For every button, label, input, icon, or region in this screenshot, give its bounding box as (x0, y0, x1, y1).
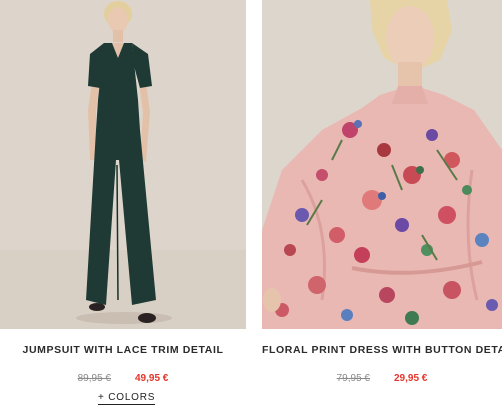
sale-price: 49,95 € (135, 373, 169, 384)
product-title[interactable]: FLORAL PRINT DRESS WITH BUTTON DETAILS (262, 344, 502, 356)
price-row: 79,95 € 29,95 € (262, 373, 502, 384)
product-title[interactable]: JUMPSUIT WITH LACE TRIM DETAIL (0, 344, 246, 356)
price-row: 89,95 € 49,95 € (0, 373, 246, 384)
product-card-jumpsuit[interactable]: JUMPSUIT WITH LACE TRIM DETAIL 89,95 € 49… (0, 0, 246, 405)
sale-price: 29,95 € (394, 373, 428, 384)
product-image-jumpsuit[interactable] (0, 0, 246, 329)
product-card-floral-dress[interactable]: FLORAL PRINT DRESS WITH BUTTON DETAILS 7… (262, 0, 502, 384)
product-image-floral-dress[interactable] (262, 0, 502, 329)
old-price: 89,95 € (77, 373, 111, 384)
old-price: 79,95 € (336, 373, 370, 384)
colors-link[interactable]: + COLORS (98, 392, 156, 405)
